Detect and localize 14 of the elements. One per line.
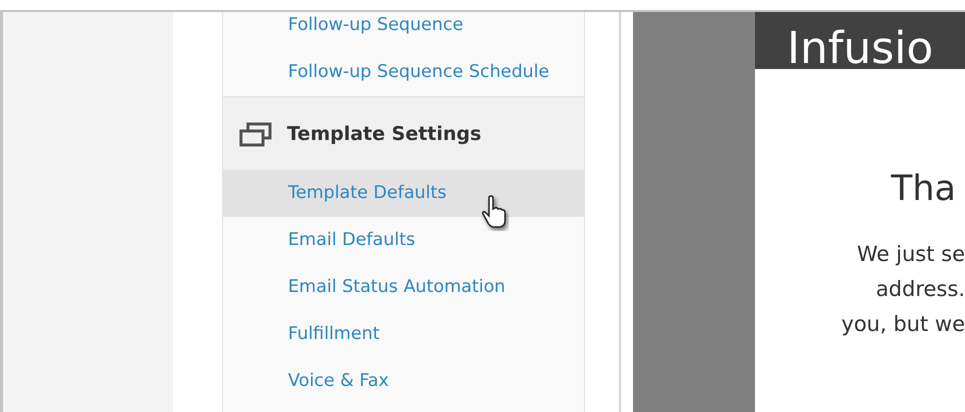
menu-link[interactable]: Follow-up Sequence bbox=[223, 12, 584, 49]
section-title: Template Settings bbox=[287, 122, 482, 147]
hand-cursor-icon bbox=[481, 195, 509, 231]
header-title: Infusio bbox=[787, 27, 934, 69]
email-text-line: address. bbox=[876, 276, 965, 303]
menu-link[interactable]: Follow-up Sequence Schedule bbox=[223, 49, 584, 96]
menu-link[interactable]: Email Status Automation bbox=[223, 264, 584, 311]
email-heading: Tha bbox=[890, 169, 958, 209]
windows-icon bbox=[239, 122, 272, 146]
menu-link[interactable]: Email Defaults bbox=[223, 217, 584, 264]
menu-link[interactable]: Fulfillment bbox=[223, 311, 584, 358]
menu-link[interactable]: Voice & Fax bbox=[223, 358, 584, 405]
email-text-line: you, but we bbox=[841, 311, 965, 338]
email-text-line: We just se bbox=[857, 241, 965, 268]
